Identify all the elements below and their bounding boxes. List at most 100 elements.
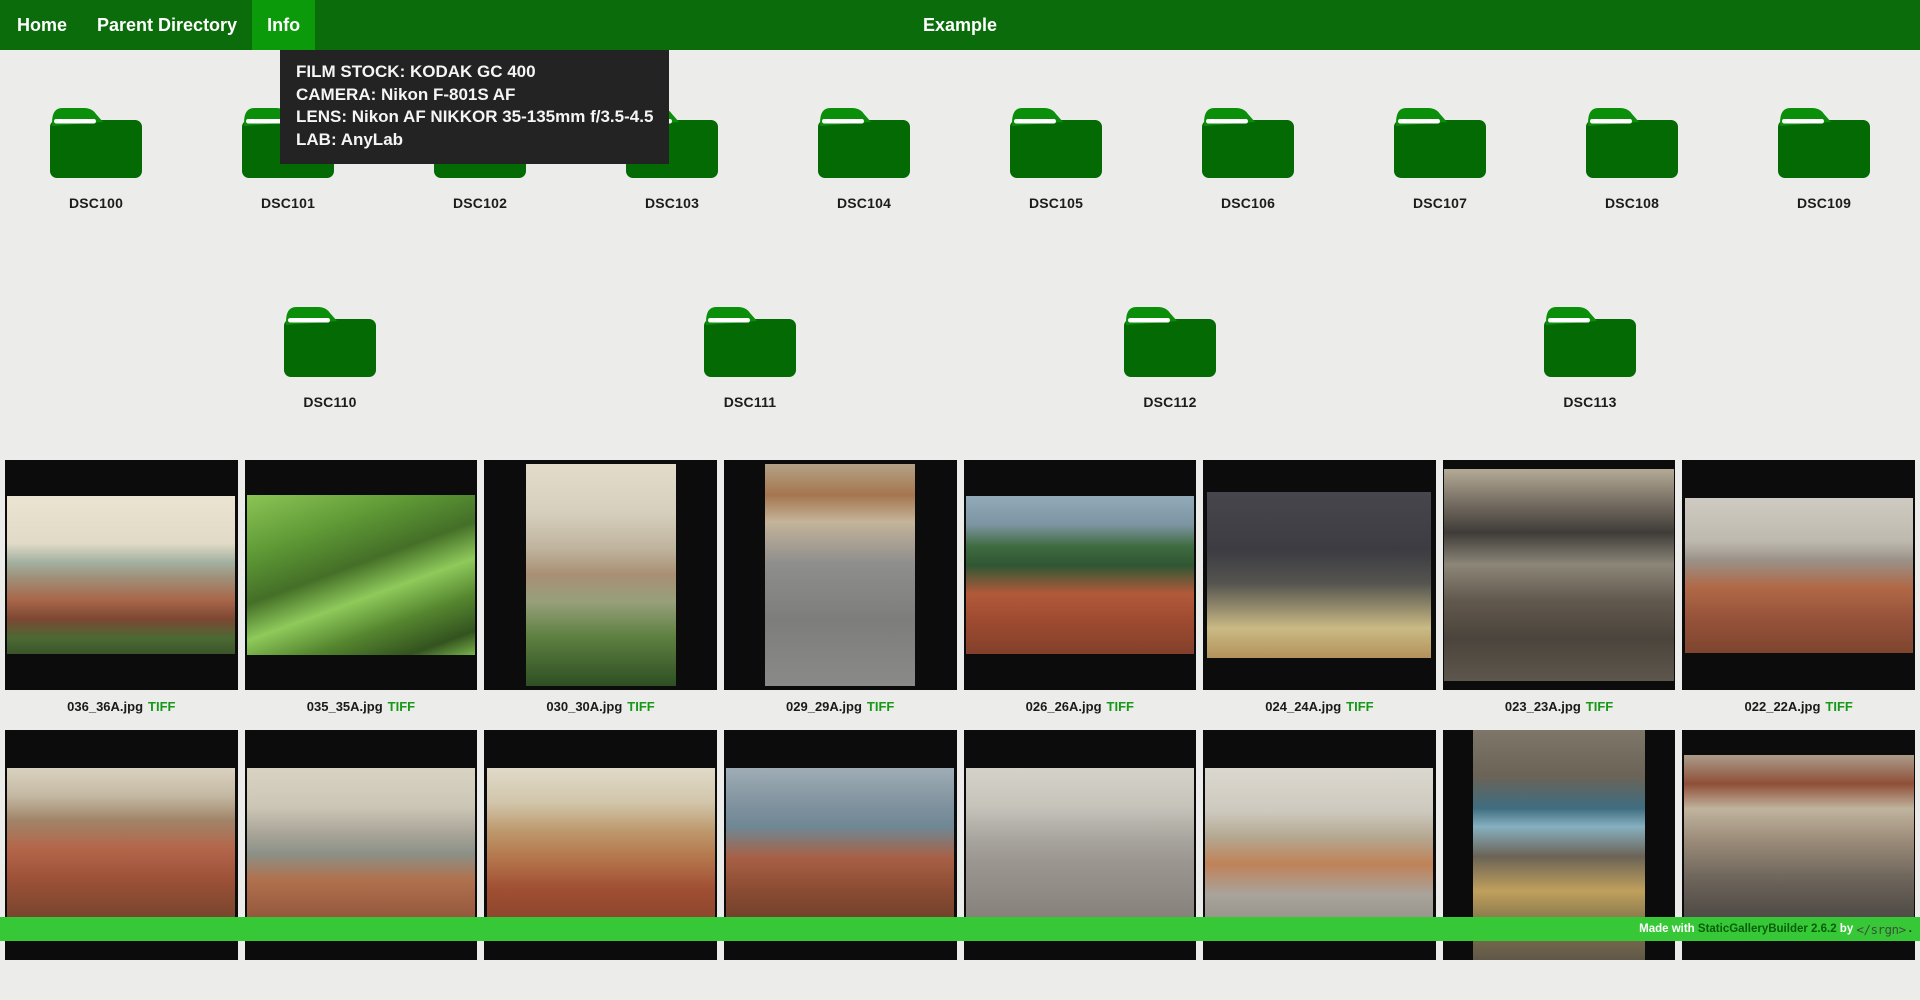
folder-label: DSC101 <box>261 195 315 211</box>
folder-icon <box>1540 299 1640 379</box>
folder-item[interactable]: DSC111 <box>540 299 960 410</box>
photo-thumbnail <box>966 768 1194 923</box>
folder-icon <box>1582 100 1682 180</box>
photo-tiff-link[interactable]: TIFF <box>867 699 894 714</box>
photo-label <box>245 960 478 1000</box>
photo-cell: 029_29A.jpg TIFF <box>724 460 957 730</box>
folder-icon <box>700 299 800 379</box>
footer-builder-name: StaticGalleryBuilder 2.6.2 <box>1698 923 1837 935</box>
folders-row-2: DSC110 DSC111 DSC112 DSC113 <box>0 299 1920 410</box>
nav-item-home[interactable]: Home <box>2 0 82 50</box>
photo-cell <box>724 730 957 1000</box>
photo-filename-link[interactable]: 023_23A.jpg <box>1505 699 1581 714</box>
folder-icon <box>814 100 914 180</box>
folder-item[interactable]: DSC113 <box>1380 299 1800 410</box>
photo-filename-link[interactable]: 024_24A.jpg <box>1265 699 1341 714</box>
folder-icon <box>1774 100 1874 180</box>
photo-thumbnail <box>1207 492 1431 658</box>
footer-made-with-text: Made with <box>1639 923 1698 935</box>
tooltip-line-camera: CAMERA: Nikon F-801S AF <box>296 84 653 107</box>
photo-thumbnail <box>726 768 954 923</box>
photo-filename-link[interactable]: 030_30A.jpg <box>546 699 622 714</box>
folder-icon <box>1120 299 1220 379</box>
folder-item[interactable]: DSC104 <box>768 100 960 211</box>
photo-label <box>1203 960 1436 1000</box>
photo-label <box>1443 960 1676 1000</box>
folder-label: DSC111 <box>724 394 777 410</box>
photo-tiff-link[interactable]: TIFF <box>1107 699 1134 714</box>
photo-tiff-link[interactable]: TIFF <box>627 699 654 714</box>
photo-thumbnail-tile[interactable] <box>964 460 1197 690</box>
photo-thumbnail <box>526 464 676 686</box>
folder-item[interactable]: DSC105 <box>960 100 1152 211</box>
photo-thumbnail-tile[interactable] <box>245 460 478 690</box>
folder-label: DSC100 <box>69 195 123 211</box>
photo-tiff-link[interactable]: TIFF <box>1346 699 1373 714</box>
photo-filename-link[interactable]: 026_26A.jpg <box>1026 699 1102 714</box>
folder-label: DSC107 <box>1413 195 1467 211</box>
photo-filename-link[interactable]: 035_35A.jpg <box>307 699 383 714</box>
photo-label <box>724 960 957 1000</box>
photo-cell <box>484 730 717 1000</box>
photo-filename-link[interactable]: 022_22A.jpg <box>1745 699 1821 714</box>
photo-thumbnail-tile[interactable] <box>1682 460 1915 690</box>
nav-item-info[interactable]: Info <box>252 0 315 50</box>
folder-label: DSC103 <box>645 195 699 211</box>
folder-label: DSC105 <box>1029 195 1083 211</box>
folder-item[interactable]: DSC100 <box>0 100 192 211</box>
photo-tiff-link[interactable]: TIFF <box>388 699 415 714</box>
photo-cell: 030_30A.jpg TIFF <box>484 460 717 730</box>
photo-tiff-link[interactable]: TIFF <box>148 699 175 714</box>
nav-item-parent-directory[interactable]: Parent Directory <box>82 0 252 50</box>
photo-thumbnail <box>1684 755 1914 935</box>
folder-item[interactable]: DSC107 <box>1344 100 1536 211</box>
photo-thumbnail <box>247 495 475 655</box>
photo-label: 029_29A.jpg TIFF <box>724 690 957 730</box>
photo-cell <box>1443 730 1676 1000</box>
photo-tiff-link[interactable]: TIFF <box>1586 699 1613 714</box>
folder-item[interactable]: DSC106 <box>1152 100 1344 211</box>
photo-tiff-link[interactable]: TIFF <box>1825 699 1852 714</box>
photo-thumbnail <box>247 768 475 923</box>
folder-label: DSC104 <box>837 195 891 211</box>
folder-icon <box>1390 100 1490 180</box>
photo-cell: 035_35A.jpg TIFF <box>245 460 478 730</box>
photo-cell: 024_24A.jpg TIFF <box>1203 460 1436 730</box>
folder-label: DSC108 <box>1605 195 1659 211</box>
photo-thumbnail-tile[interactable] <box>484 460 717 690</box>
photo-filename-link[interactable]: 036_36A.jpg <box>67 699 143 714</box>
photo-thumbnail-tile[interactable] <box>724 460 957 690</box>
folder-label: DSC106 <box>1221 195 1275 211</box>
folder-label: DSC110 <box>303 394 356 410</box>
folder-label: DSC112 <box>1143 394 1196 410</box>
photo-cell <box>964 730 1197 1000</box>
footer-by-text: by <box>1837 923 1857 935</box>
photo-label: 026_26A.jpg TIFF <box>964 690 1197 730</box>
photo-cell: 036_36A.jpg TIFF <box>5 460 238 730</box>
photo-label <box>964 960 1197 1000</box>
photo-thumbnail-tile[interactable] <box>5 460 238 690</box>
photo-thumbnail <box>1444 469 1674 681</box>
folder-item[interactable]: DSC110 <box>120 299 540 410</box>
photo-thumbnail-tile[interactable] <box>1203 460 1436 690</box>
folder-label: DSC102 <box>453 195 507 211</box>
photo-thumbnail-tile[interactable] <box>1443 460 1676 690</box>
info-tooltip: FILM STOCK: KODAK GC 400 CAMERA: Nikon F… <box>280 50 669 164</box>
folder-item[interactable]: DSC108 <box>1536 100 1728 211</box>
folder-label: DSC113 <box>1563 394 1616 410</box>
footer-builder-logo-link[interactable]: </srgn> <box>1856 922 1905 937</box>
footer-dot-text: . <box>1906 923 1912 935</box>
photo-label: 036_36A.jpg TIFF <box>5 690 238 730</box>
photo-label <box>1682 960 1915 1000</box>
photo-thumbnail <box>1685 498 1913 653</box>
folder-icon <box>280 299 380 379</box>
photo-cell <box>1682 730 1915 1000</box>
folder-item[interactable]: DSC112 <box>960 299 1380 410</box>
photo-cell: 022_22A.jpg TIFF <box>1682 460 1915 730</box>
photo-thumbnail <box>7 768 235 923</box>
photo-cell: 023_23A.jpg TIFF <box>1443 460 1676 730</box>
photo-filename-link[interactable]: 029_29A.jpg <box>786 699 862 714</box>
folder-item[interactable]: DSC109 <box>1728 100 1920 211</box>
photo-label: 035_35A.jpg TIFF <box>245 690 478 730</box>
tooltip-line-lens: LENS: Nikon AF NIKKOR 35-135mm f/3.5-4.5 <box>296 106 653 129</box>
